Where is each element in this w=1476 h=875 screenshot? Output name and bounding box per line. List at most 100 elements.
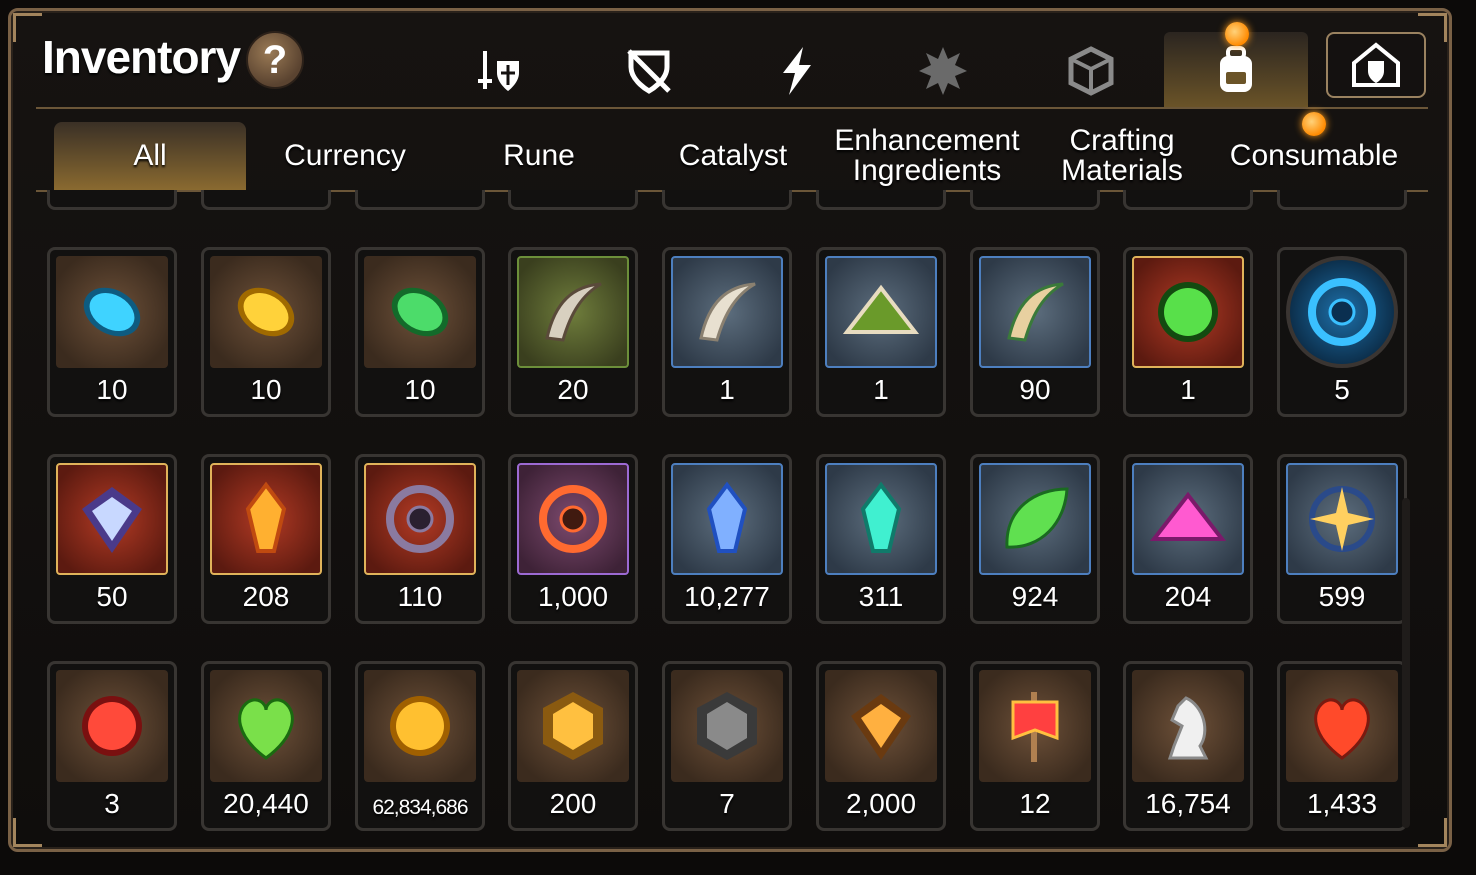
gold-emblem-icon: [543, 692, 603, 760]
item-art: [1286, 256, 1398, 368]
item-art: [210, 463, 322, 575]
item-art: [825, 256, 937, 368]
item-art: [671, 463, 783, 575]
item-art: [210, 670, 322, 782]
scrollbar[interactable]: [1402, 498, 1410, 828]
item-count: 311: [858, 581, 904, 612]
item-slot[interactable]: 1,000: [508, 454, 638, 624]
item-art: [517, 463, 629, 575]
item-slot[interactable]: 204: [1123, 454, 1253, 624]
item-slot-partial[interactable]: [1123, 190, 1253, 210]
fist-emblem-icon: [851, 694, 911, 760]
item-slot-partial[interactable]: [970, 190, 1100, 210]
item-count: 20,440: [223, 788, 309, 819]
teal-crystal-icon: [860, 481, 902, 553]
item-slot[interactable]: 200: [508, 661, 638, 831]
item-slot[interactable]: 208: [201, 454, 331, 624]
item-art: [979, 463, 1091, 575]
item-slot[interactable]: 1: [816, 247, 946, 417]
item-slot[interactable]: 110: [355, 454, 485, 624]
item-slot[interactable]: 924: [970, 454, 1100, 624]
item-slot-partial[interactable]: [47, 190, 177, 210]
blue-crystal-icon: [706, 481, 748, 553]
item-slot[interactable]: 7: [662, 661, 792, 831]
item-count: 1,433: [1306, 788, 1378, 819]
item-art: [56, 670, 168, 782]
fire-crystal-icon: [245, 481, 287, 553]
item-slot-partial[interactable]: [662, 190, 792, 210]
blue-portal-icon: [1308, 278, 1376, 346]
item-count: 1: [1180, 374, 1196, 405]
stone-compass-icon: [697, 692, 757, 760]
item-slot[interactable]: 1: [662, 247, 792, 417]
moss-pile-icon: [842, 284, 920, 334]
item-slot-partial[interactable]: [355, 190, 485, 210]
item-slot[interactable]: 16,754: [1123, 661, 1253, 831]
item-slot[interactable]: 10,277: [662, 454, 792, 624]
item-slot[interactable]: 10: [201, 247, 331, 417]
item-count: 90: [1019, 374, 1051, 405]
banner-icon: [1011, 692, 1059, 762]
item-count: 12: [1019, 788, 1051, 819]
item-count: 200: [549, 788, 597, 819]
red-seal-icon: [82, 696, 142, 756]
item-art: [364, 256, 476, 368]
item-art: [1132, 256, 1244, 368]
red-ring-icon: [539, 485, 607, 553]
item-slot[interactable]: 50: [47, 454, 177, 624]
item-slot[interactable]: 20,440: [201, 661, 331, 831]
item-art: [1132, 463, 1244, 575]
item-art: [364, 670, 476, 782]
item-art: [1286, 670, 1398, 782]
item-count: 599: [1318, 581, 1366, 612]
item-slot[interactable]: 90: [970, 247, 1100, 417]
item-slot-partial[interactable]: [201, 190, 331, 210]
item-slot[interactable]: 599: [1277, 454, 1407, 624]
fang-icon: [699, 282, 756, 342]
item-slot[interactable]: 62,834,686: [355, 661, 485, 831]
item-art: [671, 256, 783, 368]
item-art: [1132, 670, 1244, 782]
item-count: 10: [250, 374, 282, 405]
item-art: [56, 256, 168, 368]
green-gem-icon: [391, 287, 449, 337]
item-count: 2,000: [845, 788, 917, 819]
item-slot-partial[interactable]: [508, 190, 638, 210]
item-slot[interactable]: 311: [816, 454, 946, 624]
leaf-icon: [1005, 487, 1069, 549]
item-slot[interactable]: 5: [1277, 247, 1407, 417]
claw-icon: [545, 282, 602, 342]
item-count: 10: [96, 374, 128, 405]
item-slot-partial[interactable]: [816, 190, 946, 210]
item-count: 1: [719, 374, 735, 405]
item-slot[interactable]: 2,000: [816, 661, 946, 831]
item-art: [979, 670, 1091, 782]
item-slot[interactable]: 1,433: [1277, 661, 1407, 831]
gold-coin-icon: [390, 696, 450, 756]
item-slot[interactable]: 20: [508, 247, 638, 417]
item-slot-partial[interactable]: [1277, 190, 1407, 210]
root-icon: [1007, 282, 1064, 342]
item-art: [210, 256, 322, 368]
item-art: [671, 670, 783, 782]
item-slot[interactable]: 12: [970, 661, 1100, 831]
pink-crystal-pile-icon: [1149, 491, 1227, 541]
item-art: [517, 256, 629, 368]
item-count: 10,277: [684, 581, 770, 612]
item-count: 204: [1164, 581, 1212, 612]
item-count: 7: [719, 788, 735, 819]
dark-ring-icon: [386, 485, 454, 553]
item-count: 5: [1334, 374, 1350, 405]
item-count: 10: [404, 374, 436, 405]
item-slot[interactable]: 1: [1123, 247, 1253, 417]
item-slot[interactable]: 10: [355, 247, 485, 417]
item-count: 110: [397, 581, 443, 612]
item-slot[interactable]: 3: [47, 661, 177, 831]
item-count: 3: [104, 788, 120, 819]
star-ring-icon: [1309, 486, 1375, 552]
item-slot[interactable]: 10: [47, 247, 177, 417]
item-art: [1286, 463, 1398, 575]
eye-emblem-icon: [82, 487, 142, 553]
item-count: 62,834,686: [372, 796, 468, 819]
chess-knight-icon: [1167, 696, 1209, 760]
